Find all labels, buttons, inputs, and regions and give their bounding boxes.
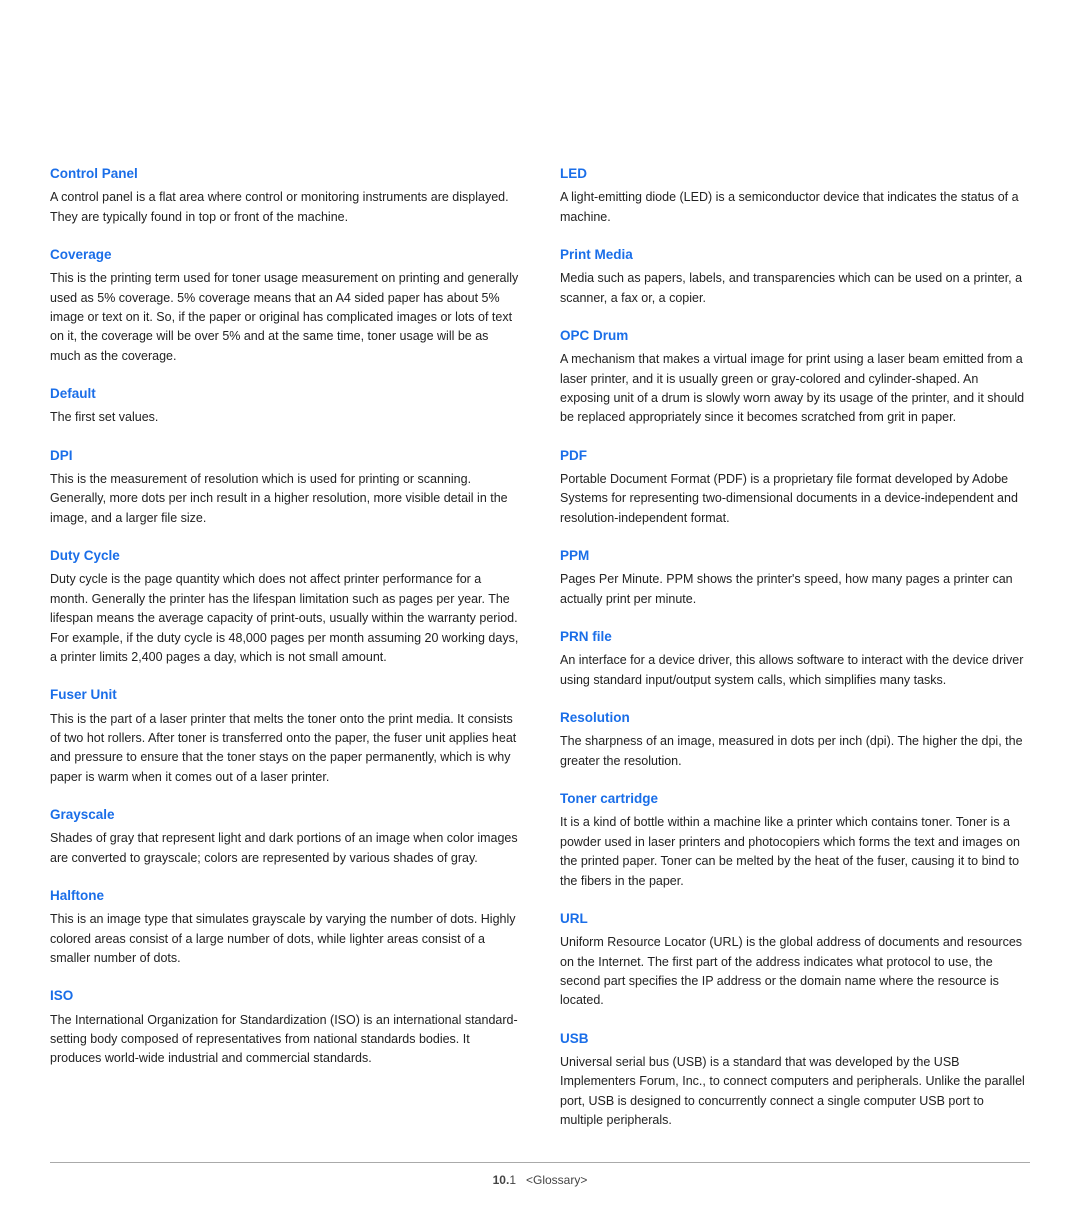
term-body-left-5: This is the part of a laser printer that… <box>50 710 520 788</box>
left-column: Control Panel A control panel is a flat a… <box>50 146 520 1132</box>
right-column: LED A light-emitting diode (LED) is a sem… <box>560 146 1030 1132</box>
term-body-right-1: Media such as papers, labels, and transp… <box>560 269 1030 308</box>
term-body-right-3: Portable Document Format (PDF) is a prop… <box>560 470 1030 528</box>
term-heading-left-4: Duty Cycle <box>50 546 520 566</box>
term-heading-left-5: Fuser Unit <box>50 685 520 705</box>
term-body-left-1: This is the printing term used for toner… <box>50 269 520 366</box>
term-body-right-8: Uniform Resource Locator (URL) is the gl… <box>560 933 1030 1011</box>
term-heading-left-8: ISO <box>50 986 520 1006</box>
page: Control Panel A control panel is a flat a… <box>0 0 1080 1219</box>
term-heading-right-1: Print Media <box>560 245 1030 265</box>
term-heading-right-8: URL <box>560 909 1030 929</box>
term-body-left-7: This is an image type that simulates gra… <box>50 910 520 968</box>
term-body-left-4: Duty cycle is the page quantity which do… <box>50 570 520 667</box>
footer-page-num: 10.1 <Glossary> <box>493 1173 588 1187</box>
term-body-right-4: Pages Per Minute. PPM shows the printer'… <box>560 570 1030 609</box>
term-heading-right-0: LED <box>560 164 1030 184</box>
term-heading-right-9: USB <box>560 1029 1030 1049</box>
term-heading-left-7: Halftone <box>50 886 520 906</box>
term-heading-left-2: Default <box>50 384 520 404</box>
term-heading-right-6: Resolution <box>560 708 1030 728</box>
term-body-left-0: A control panel is a flat area where con… <box>50 188 520 227</box>
term-heading-right-3: PDF <box>560 446 1030 466</box>
term-body-left-2: The first set values. <box>50 408 520 427</box>
term-body-right-5: An interface for a device driver, this a… <box>560 651 1030 690</box>
term-heading-right-2: OPC Drum <box>560 326 1030 346</box>
term-body-right-9: Universal serial bus (USB) is a standard… <box>560 1053 1030 1131</box>
term-heading-right-4: PPM <box>560 546 1030 566</box>
chapter-title <box>50 40 1030 118</box>
term-heading-left-6: Grayscale <box>50 805 520 825</box>
term-body-right-7: It is a kind of bottle within a machine … <box>560 813 1030 891</box>
term-body-left-8: The International Organization for Stand… <box>50 1011 520 1069</box>
term-body-right-0: A light-emitting diode (LED) is a semico… <box>560 188 1030 227</box>
term-heading-left-1: Coverage <box>50 245 520 265</box>
content-columns: Control Panel A control panel is a flat a… <box>50 146 1030 1132</box>
term-body-left-3: This is the measurement of resolution wh… <box>50 470 520 528</box>
term-heading-right-5: PRN file <box>560 627 1030 647</box>
term-heading-left-0: Control Panel <box>50 164 520 184</box>
term-body-right-2: A mechanism that makes a virtual image f… <box>560 350 1030 428</box>
term-heading-right-7: Toner cartridge <box>560 789 1030 809</box>
term-body-left-6: Shades of gray that represent light and … <box>50 829 520 868</box>
term-heading-left-3: DPI <box>50 446 520 466</box>
term-body-right-6: The sharpness of an image, measured in d… <box>560 732 1030 771</box>
page-footer: 10.1 <Glossary> <box>50 1162 1030 1189</box>
